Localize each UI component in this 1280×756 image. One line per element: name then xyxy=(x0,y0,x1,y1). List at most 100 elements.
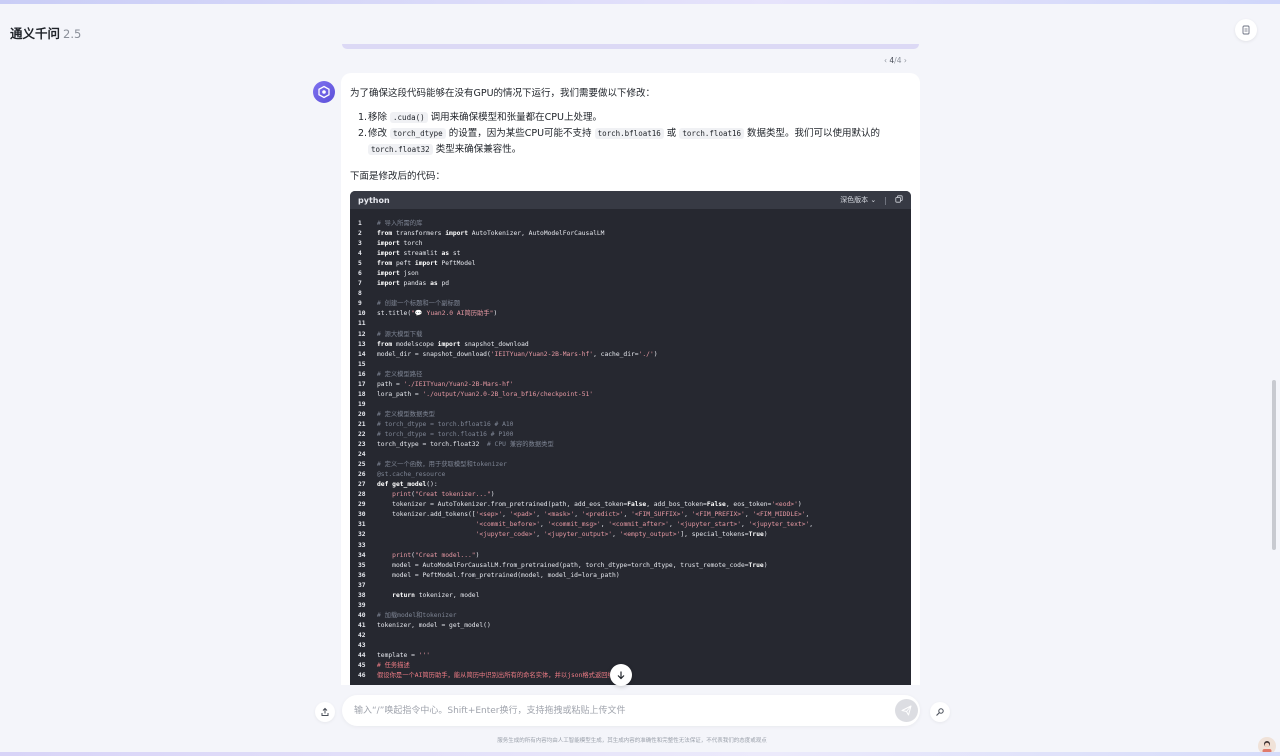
line-content: # torch_dtype = torch.float16 # P100 xyxy=(377,430,514,438)
chevron-down-icon: ⌄ xyxy=(870,196,877,204)
line-content: template = ''' xyxy=(377,652,431,660)
code-line: 46 假设你是一个AI简历助手，能从简历中识别出所有的命名实体，并以json格式返… xyxy=(358,671,911,681)
code-line: 13 from modelscope import snapshot_downlo… xyxy=(358,340,911,350)
code-line: 15 xyxy=(358,360,911,370)
code-line: 6 import json xyxy=(358,269,911,279)
code-line: 38 return tokenizer, model xyxy=(358,591,911,601)
line-number: 2 xyxy=(358,230,362,238)
line-number: 14 xyxy=(358,350,366,358)
code-line: 35 model = AutoModelForCausalLM.from_pre… xyxy=(358,561,911,571)
line-number: 29 xyxy=(358,501,366,509)
page-scrollbar[interactable] xyxy=(1272,380,1276,550)
line-content: # 定义一个函数，用于获取模型和tokenizer xyxy=(377,461,507,469)
line-number: 24 xyxy=(358,451,366,459)
scroll-to-bottom-button[interactable] xyxy=(610,664,632,686)
line-content xyxy=(377,319,911,329)
send-icon xyxy=(901,705,912,716)
pager-total: 4 xyxy=(896,56,902,65)
line-number: 18 xyxy=(358,390,366,398)
line-content: print("Creat model...") xyxy=(392,551,480,559)
app-version: 2.5 xyxy=(63,27,82,41)
app-title: 通义千问 2.5 xyxy=(10,23,81,42)
code-line: 45 # 任务描述 xyxy=(358,661,911,671)
line-number: 3 xyxy=(358,240,362,248)
line-number: 43 xyxy=(358,641,366,649)
code-line: 40 # 加载model和tokenizer xyxy=(358,611,911,621)
line-content xyxy=(377,360,911,370)
line-number: 4 xyxy=(358,250,362,258)
line-content: model_dir = snapshot_download('IEITYuan/… xyxy=(377,350,658,358)
code-line: 24 xyxy=(358,450,911,460)
line-number: 23 xyxy=(358,441,366,449)
code-line: 37 xyxy=(358,581,911,591)
answer-pager: ‹ 4/4 › xyxy=(884,56,907,65)
line-content: from modelscope import snapshot_download xyxy=(377,340,529,348)
code-line: 2 from transformers import AutoTokenizer,… xyxy=(358,229,911,239)
line-number: 42 xyxy=(358,631,366,639)
list-item: 2. 修改 torch_dtype 的设置，因为某些CPU可能不支持 torch… xyxy=(350,126,910,158)
code-line: 31 '<commit_before>', '<commit_msg>', '<… xyxy=(358,520,911,530)
list-number: 2. xyxy=(358,128,368,139)
line-number: 25 xyxy=(358,461,366,469)
copy-button[interactable] xyxy=(895,195,903,205)
theme-label: 深色版本 xyxy=(840,196,869,204)
theme-dropdown[interactable]: 深色版本 ⌄ xyxy=(840,195,876,205)
code-line: 4 import streamlit as st xyxy=(358,249,911,259)
answer-card: 为了确保这段代码能够在没有GPU的情况下运行，我们需要做以下修改： 1. 移除 … xyxy=(341,73,920,685)
line-content: # 任务描述 xyxy=(377,662,410,670)
line-content: import pandas as pd xyxy=(377,280,450,288)
line-number: 32 xyxy=(358,531,366,539)
line-number: 45 xyxy=(358,662,366,670)
line-number: 38 xyxy=(358,591,366,599)
code-block: python 深色版本 ⌄ | 1 # 导入所需的库 2 from transform… xyxy=(350,191,911,685)
line-content xyxy=(377,450,911,460)
code-line: 5 from peft import PeftModel xyxy=(358,259,911,269)
line-number: 46 xyxy=(358,672,366,680)
header-divider: | xyxy=(884,195,887,205)
inline-code: torch_dtype xyxy=(390,128,446,139)
line-content: 假设你是一个AI简历助手，能从简历中识别出所有的命名实体，并以json格式返回结… xyxy=(377,672,627,680)
chat-input[interactable] xyxy=(354,695,874,726)
line-number: 39 xyxy=(358,601,366,609)
code-line: 18 lora_path = './output/Yuan2.0-2B_lora_… xyxy=(358,390,911,400)
send-button[interactable] xyxy=(895,699,918,722)
line-number: 7 xyxy=(358,280,362,288)
line-content: import torch xyxy=(377,240,423,248)
code-line: 44 template = ''' xyxy=(358,651,911,661)
line-content: model = PeftModel.from_pretrained(model,… xyxy=(377,571,620,579)
top-accent-strip xyxy=(0,0,1280,4)
inline-code: torch.bfloat16 xyxy=(594,128,664,139)
line-number: 11 xyxy=(358,320,366,328)
code-line: 41 tokenizer, model = get_model() xyxy=(358,621,911,631)
arrow-down-icon xyxy=(617,671,625,680)
line-number: 15 xyxy=(358,360,366,368)
code-line: 29 tokenizer = AutoTokenizer.from_pretra… xyxy=(358,500,911,510)
line-number: 30 xyxy=(358,511,366,519)
line-number: 36 xyxy=(358,571,366,579)
line-content: # 创建一个标题和一个副标题 xyxy=(377,300,461,308)
line-content: # 定义模型数据类型 xyxy=(377,410,435,418)
list-item: 1. 移除 .cuda() 调用来确保模型和张量都在CPU上处理。 xyxy=(350,110,910,126)
bottom-accent-strip xyxy=(0,752,1280,756)
code-line: 11 xyxy=(358,319,911,329)
user-icon xyxy=(1262,741,1272,753)
line-number: 22 xyxy=(358,430,366,438)
pager-next-button[interactable]: › xyxy=(904,56,907,65)
instruction-center-button[interactable] xyxy=(930,702,950,722)
line-content: tokenizer.add_tokens(['<sep>', '<pad>', … xyxy=(377,511,810,519)
line-content xyxy=(377,631,911,641)
code-line: 21 # torch_dtype = torch.bfloat16 # A10 xyxy=(358,420,911,430)
line-number: 1 xyxy=(358,220,362,227)
pager-prev-button[interactable]: ‹ xyxy=(884,56,887,65)
line-content xyxy=(377,541,911,551)
line-number: 9 xyxy=(358,300,362,308)
line-content xyxy=(377,581,911,591)
code-line: 28 print("Creat tokenizer...") xyxy=(358,490,911,500)
document-button[interactable] xyxy=(1235,19,1257,41)
upload-button[interactable] xyxy=(315,702,335,722)
line-number: 31 xyxy=(358,521,366,529)
line-content: # torch_dtype = torch.bfloat16 # A10 xyxy=(377,420,514,428)
line-number: 35 xyxy=(358,561,366,569)
line-number: 12 xyxy=(358,330,366,338)
assistant-avatar xyxy=(313,81,335,103)
